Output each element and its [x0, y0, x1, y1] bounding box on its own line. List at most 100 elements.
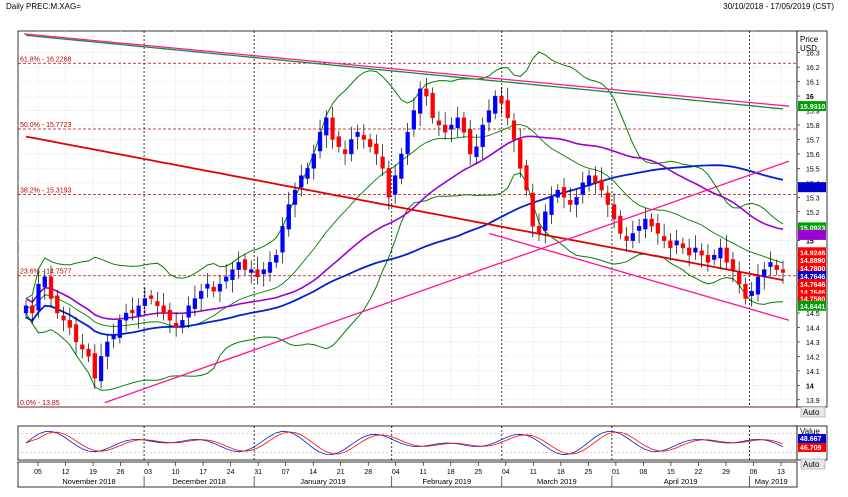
candle-up [712, 254, 717, 260]
candle-down [67, 320, 72, 328]
candle-up [480, 124, 485, 147]
price-tick-label: 16.2 [806, 65, 820, 72]
price-axis-title: Price [800, 35, 819, 44]
date-tick-label: 19 [89, 469, 97, 476]
month-label: December 2018 [172, 477, 225, 486]
candle-down [593, 175, 598, 184]
candle-down [242, 259, 248, 270]
date-tick-label: 03 [144, 469, 152, 476]
candle-down [155, 301, 160, 306]
price-tag [798, 229, 826, 240]
candle-down [436, 120, 442, 126]
candle-up [718, 247, 723, 259]
candle-down [342, 149, 348, 155]
date-tick-label: 13 [777, 469, 785, 476]
date-tick-label: 10 [172, 469, 180, 476]
price-tick-label: 15.5 [806, 166, 820, 173]
candle-up [267, 262, 273, 273]
candle-down [499, 95, 504, 104]
oscillator-tag-label: 46.709 [800, 445, 822, 452]
date-tick-label: 06 [750, 469, 758, 476]
date-tick-label: 24 [227, 469, 235, 476]
candle-up [142, 298, 147, 306]
main-plot-area[interactable] [17, 30, 798, 408]
candle-up [180, 320, 185, 328]
candle-up [555, 189, 560, 198]
candle-down [536, 226, 542, 234]
candle-down [662, 236, 667, 241]
candle-down [524, 165, 529, 191]
candle-down [680, 243, 686, 249]
candle-up [762, 269, 767, 278]
date-tick-label: 31 [254, 469, 262, 476]
candle-down [30, 305, 35, 314]
date-tick-label: 14 [309, 469, 317, 476]
candle-down [699, 250, 704, 256]
candle-down [48, 276, 54, 299]
candle-down [737, 272, 742, 285]
price-axis[interactable] [796, 30, 828, 408]
candle-down [655, 223, 660, 234]
candle-down [255, 269, 260, 278]
candle-down [386, 168, 391, 198]
candle-up [205, 283, 210, 289]
candle-down [92, 353, 97, 379]
candle-up [574, 197, 579, 205]
candle-up [543, 211, 548, 231]
candle-up [455, 117, 460, 129]
month-label: February 2019 [422, 477, 471, 486]
candle-up [230, 269, 235, 280]
price-tick-label: 15.7 [806, 137, 820, 144]
candle-up [324, 117, 329, 136]
candle-up [749, 291, 754, 296]
date-tick-label: 11 [530, 469, 537, 476]
candle-up [192, 298, 198, 309]
fib-level-label: 38.2% - 15.3193 [20, 188, 71, 195]
candle-up [105, 341, 110, 357]
candle-down [624, 236, 629, 241]
candle-up [274, 254, 279, 263]
candle-down [518, 139, 523, 169]
candle-up [643, 218, 648, 230]
price-chart[interactable]: 61.8% - 16.2268 50.0% - 15.7723 38.2% - 15… [0, 0, 848, 497]
candle-up [199, 291, 204, 299]
candle-down [649, 218, 654, 227]
candle-down [611, 204, 617, 220]
candle-up [123, 312, 129, 321]
candle-up [42, 276, 47, 288]
candle-up [674, 240, 679, 246]
date-tick-label: 29 [722, 469, 730, 476]
candle-down [568, 199, 573, 205]
candle-down [167, 309, 173, 321]
candle-up [449, 124, 454, 130]
price-tick-label: 14.2 [806, 354, 820, 361]
candle-up [305, 168, 310, 179]
candle-down [149, 295, 154, 299]
candle-down [73, 324, 79, 343]
candle-up [493, 95, 498, 114]
candle-down [461, 117, 467, 133]
price-tick-label: 15.6 [806, 152, 820, 159]
candle-down [668, 240, 673, 249]
candle-up [98, 356, 104, 382]
month-label: March 2019 [537, 477, 577, 486]
candle-down [55, 295, 60, 314]
price-tick-label: 15.3 [806, 195, 820, 202]
price-tick-label: 14.4 [806, 325, 820, 332]
candle-up [768, 262, 773, 267]
candle-down [374, 143, 379, 155]
candle-down [561, 186, 567, 198]
candle-up [280, 226, 285, 253]
price-tick-label: 16 [806, 94, 814, 101]
candle-up [355, 132, 360, 137]
price-tick-label: 16.1 [806, 80, 820, 87]
candle-down [505, 100, 510, 118]
auto-scale-label: Auto [803, 408, 820, 417]
date-tick-label: 25 [584, 469, 592, 476]
candle-down [724, 247, 729, 263]
candle-up [349, 139, 354, 155]
candle-down [80, 344, 85, 350]
date-tick-label: 11 [420, 469, 427, 476]
candle-down [743, 283, 748, 299]
month-label: May 2019 [755, 477, 788, 486]
